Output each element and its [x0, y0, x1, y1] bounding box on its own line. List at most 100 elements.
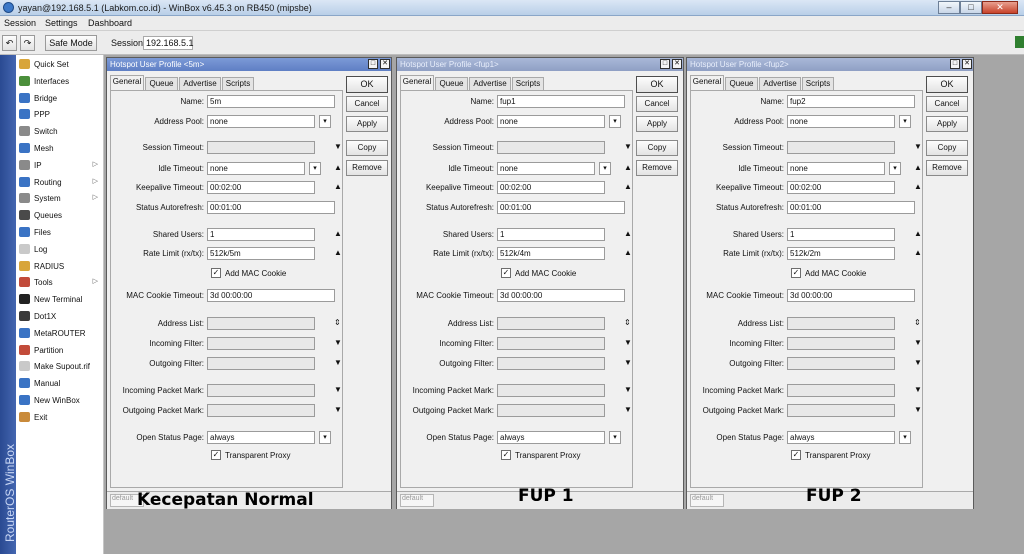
ok-button[interactable]: OK: [636, 76, 678, 93]
session-timeout-field[interactable]: [787, 141, 895, 154]
copy-button[interactable]: Copy: [636, 140, 678, 156]
expand-arrow-icon[interactable]: ▼: [334, 338, 342, 348]
outgoing-filter-field[interactable]: [497, 357, 605, 370]
transparent-proxy-checkbox[interactable]: ✓: [791, 450, 801, 460]
menu-session[interactable]: Session: [4, 18, 36, 28]
sidebar-item-partition[interactable]: Partition: [18, 342, 104, 358]
outgoing-packet-mark-field[interactable]: [787, 404, 895, 417]
outgoing-filter-field[interactable]: [207, 357, 315, 370]
transparent-proxy-checkbox[interactable]: ✓: [211, 450, 221, 460]
outgoing-packet-mark-field[interactable]: [497, 404, 605, 417]
outgoing-filter-field[interactable]: [787, 357, 895, 370]
address-pool-field[interactable]: none: [497, 115, 605, 128]
sidebar-item-interfaces[interactable]: Interfaces: [18, 73, 104, 89]
keepalive-timeout-field[interactable]: 00:02:00: [787, 181, 895, 194]
incoming-packet-mark-field[interactable]: [207, 384, 315, 397]
expand-arrow-icon[interactable]: ▼: [624, 338, 632, 348]
stepper-icon[interactable]: ⇕: [914, 318, 921, 328]
address-list-field[interactable]: [207, 317, 315, 330]
tab-general[interactable]: General: [690, 75, 724, 90]
expand-arrow-icon[interactable]: ▼: [624, 358, 632, 368]
tab-advertise[interactable]: Advertise: [179, 77, 221, 90]
sidebar-item-new-terminal[interactable]: New Terminal: [18, 291, 104, 307]
restore-icon[interactable]: □: [950, 59, 960, 69]
expand-arrow-icon[interactable]: ▼: [334, 358, 342, 368]
idle-timeout-field[interactable]: none: [787, 162, 885, 175]
expand-arrow-icon[interactable]: ▼: [914, 338, 922, 348]
expand-arrow-icon[interactable]: ▼: [624, 405, 632, 415]
tab-advertise[interactable]: Advertise: [759, 77, 801, 90]
mac-cookie-timeout-field[interactable]: 3d 00:00:00: [207, 289, 335, 302]
collapse-arrow-icon[interactable]: ▲: [914, 248, 922, 258]
sidebar-item-bridge[interactable]: Bridge: [18, 90, 104, 106]
sidebar-item-radius[interactable]: RADIUS: [18, 258, 104, 274]
shared-users-field[interactable]: 1: [497, 228, 605, 241]
expand-arrow-icon[interactable]: ▼: [624, 142, 632, 152]
dropdown-icon[interactable]: ▾: [899, 115, 911, 128]
address-list-field[interactable]: [497, 317, 605, 330]
copy-button[interactable]: Copy: [926, 140, 968, 156]
close-button[interactable]: ✕: [982, 1, 1018, 14]
tab-scripts[interactable]: Scripts: [512, 77, 544, 90]
dropdown-icon[interactable]: ▾: [889, 162, 901, 175]
add-mac-cookie-checkbox[interactable]: ✓: [501, 268, 511, 278]
dialog-close-icon[interactable]: ✕: [380, 59, 390, 69]
tab-queue[interactable]: Queue: [435, 77, 468, 90]
tab-scripts[interactable]: Scripts: [802, 77, 834, 90]
undo-button[interactable]: ↶: [2, 35, 17, 51]
sidebar-item-make-supout-rif[interactable]: Make Supout.rif: [18, 358, 104, 374]
sidebar-item-log[interactable]: Log: [18, 241, 104, 257]
incoming-packet-mark-field[interactable]: [497, 384, 605, 397]
maximize-button[interactable]: □: [960, 1, 982, 14]
tab-scripts[interactable]: Scripts: [222, 77, 254, 90]
expand-arrow-icon[interactable]: ▼: [914, 385, 922, 395]
collapse-arrow-icon[interactable]: ▲: [624, 182, 632, 192]
stepper-icon[interactable]: ⇕: [624, 318, 631, 328]
apply-button[interactable]: Apply: [636, 116, 678, 132]
sidebar-item-quick-set[interactable]: Quick Set: [18, 56, 104, 72]
cancel-button[interactable]: Cancel: [636, 96, 678, 112]
transparent-proxy-checkbox[interactable]: ✓: [501, 450, 511, 460]
idle-timeout-field[interactable]: none: [497, 162, 595, 175]
ok-button[interactable]: OK: [926, 76, 968, 93]
expand-arrow-icon[interactable]: ▼: [914, 358, 922, 368]
menu-settings[interactable]: Settings: [45, 18, 78, 28]
remove-button[interactable]: Remove: [636, 160, 678, 176]
expand-arrow-icon[interactable]: ▼: [334, 385, 342, 395]
session-timeout-field[interactable]: [207, 141, 315, 154]
collapse-arrow-icon[interactable]: ▲: [624, 163, 632, 173]
dropdown-icon[interactable]: ▾: [899, 431, 911, 444]
address-pool-field[interactable]: none: [207, 115, 315, 128]
status-autorefresh-field[interactable]: 00:01:00: [497, 201, 625, 214]
sidebar-item-ppp[interactable]: PPP: [18, 106, 104, 122]
restore-icon[interactable]: □: [660, 59, 670, 69]
sidebar-item-tools[interactable]: Tools ▷: [18, 274, 104, 290]
safe-mode-button[interactable]: Safe Mode: [45, 35, 97, 51]
collapse-arrow-icon[interactable]: ▲: [334, 163, 342, 173]
session-timeout-field[interactable]: [497, 141, 605, 154]
shared-users-field[interactable]: 1: [207, 228, 315, 241]
sidebar-item-manual[interactable]: Manual: [18, 375, 104, 391]
collapse-arrow-icon[interactable]: ▲: [334, 248, 342, 258]
collapse-arrow-icon[interactable]: ▲: [914, 229, 922, 239]
rate-limit-field[interactable]: 512k/5m: [207, 247, 315, 260]
dialog-close-icon[interactable]: ✕: [672, 59, 682, 69]
sidebar-item-switch[interactable]: Switch: [18, 123, 104, 139]
redo-button[interactable]: ↷: [20, 35, 35, 51]
apply-button[interactable]: Apply: [926, 116, 968, 132]
minimize-button[interactable]: –: [938, 1, 960, 14]
rate-limit-field[interactable]: 512k/2m: [787, 247, 895, 260]
status-autorefresh-field[interactable]: 00:01:00: [787, 201, 915, 214]
expand-arrow-icon[interactable]: ▼: [624, 385, 632, 395]
ok-button[interactable]: OK: [346, 76, 388, 93]
mac-cookie-timeout-field[interactable]: 3d 00:00:00: [497, 289, 625, 302]
mac-cookie-timeout-field[interactable]: 3d 00:00:00: [787, 289, 915, 302]
tab-general[interactable]: General: [400, 75, 434, 90]
open-status-page-field[interactable]: always: [787, 431, 895, 444]
status-autorefresh-field[interactable]: 00:01:00: [207, 201, 335, 214]
incoming-filter-field[interactable]: [207, 337, 315, 350]
sidebar-item-system[interactable]: System ▷: [18, 190, 104, 206]
dropdown-icon[interactable]: ▾: [319, 431, 331, 444]
dropdown-icon[interactable]: ▾: [309, 162, 321, 175]
apply-button[interactable]: Apply: [346, 116, 388, 132]
